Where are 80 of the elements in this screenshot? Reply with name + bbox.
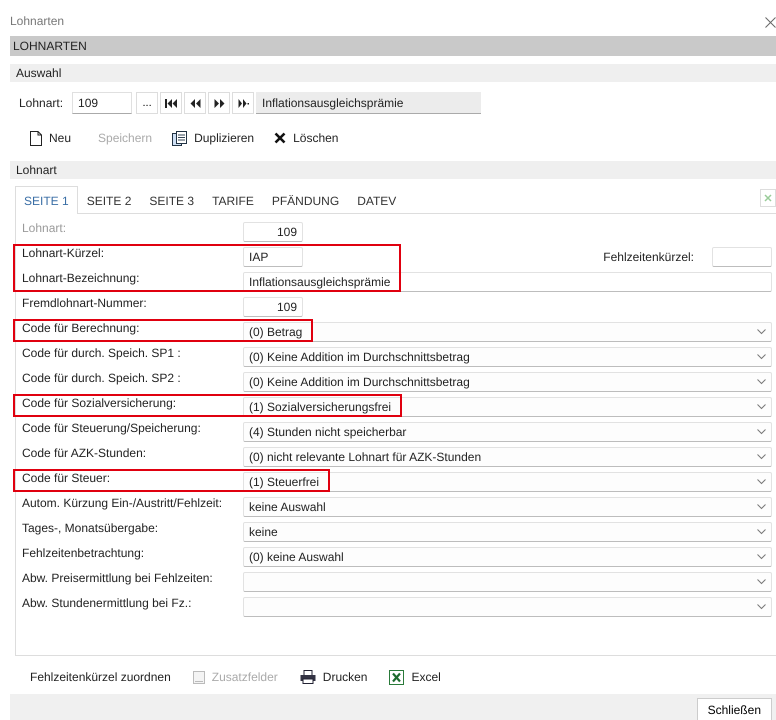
toolbar-button[interactable]: Excel (389, 670, 441, 684)
copy-icon (172, 130, 188, 146)
field-label: Code für Sozialversicherung: (21, 396, 178, 410)
section-header: Auswahl (10, 64, 776, 82)
toolbar-button[interactable]: Löschen (274, 131, 338, 145)
chevron-down-icon (757, 554, 766, 560)
printer-icon (300, 670, 316, 684)
field-label: Code für durch. Speich. SP1 : (21, 346, 182, 360)
chevron-down-icon (757, 504, 766, 510)
dropdown[interactable]: keine Auswahl (243, 496, 772, 516)
chevron-down-icon (757, 578, 766, 584)
field-label: Abw. Stundenermittlung bei Fz.: (21, 596, 192, 610)
nav-button[interactable] (232, 92, 254, 114)
toolbar-button[interactable]: Drucken (300, 670, 368, 684)
close-button[interactable]: Schließen (696, 698, 772, 720)
field-label: Code für AZK-Stunden: (21, 446, 148, 460)
chevron-down-icon (757, 528, 766, 534)
spreadsheet-icon (389, 670, 404, 684)
chevron-down-icon (757, 354, 766, 360)
field-label: Lohnart: (21, 220, 68, 234)
fast-forward-icon (214, 98, 225, 108)
dropdown[interactable]: (1) Sozialversicherungsfrei (243, 396, 772, 416)
tab[interactable]: SEITE 2 (78, 187, 140, 213)
dropdown[interactable]: (0) Keine Addition im Durchschnittsbetrag (243, 372, 772, 392)
tab[interactable]: TARIFE (203, 187, 263, 213)
field-label: Fremdlohnart-Nummer: (21, 296, 148, 310)
text-field[interactable]: Inflationsausgleichsprämie (243, 272, 772, 292)
toolbar-button[interactable]: Duplizieren (172, 130, 254, 146)
window-icon (192, 670, 205, 684)
chevron-down-icon (757, 478, 766, 484)
chevron-down-icon (757, 328, 766, 334)
dropdown[interactable]: (0) Keine Addition im Durchschnittsbetrag (243, 346, 772, 366)
number-field[interactable]: 109 (243, 296, 303, 316)
dropdown[interactable]: (4) Stunden nicht speicherbar (243, 422, 772, 442)
text-field[interactable]: IAP (243, 246, 303, 266)
close-icon (764, 194, 772, 202)
header-bar: LOHNARTEN (10, 36, 776, 56)
dropdown[interactable]: keine (243, 522, 772, 542)
close-icon (274, 132, 286, 144)
number-field[interactable]: 109 (72, 92, 132, 114)
dropdown[interactable]: (1) Steuerfrei (243, 472, 772, 492)
dropdown[interactable]: (0) nicht relevante Lohnart für AZK-Stunden (243, 446, 772, 466)
nav-button[interactable] (208, 92, 230, 114)
field-label: Fehlzeitenbetrachtung: (21, 546, 146, 560)
nav-button[interactable] (160, 92, 182, 114)
field-label: Lohnart-Kürzel: (21, 246, 106, 260)
field-label: Autom. Kürzung Ein-/Austritt/Fehlzeit: (21, 496, 224, 510)
field-label: Tages-, Monatsübergabe: (21, 520, 160, 534)
chevron-down-icon (757, 428, 766, 434)
field-label: Lohnart-Bezeichnung: (21, 270, 140, 284)
chevron-down-icon (757, 378, 766, 384)
field-label: Lohnart: (19, 96, 64, 110)
nav-button[interactable] (184, 92, 206, 114)
tab[interactable]: SEITE 1 (15, 186, 78, 214)
rewind-icon (190, 98, 201, 108)
chevron-down-icon (757, 404, 766, 410)
field-label: Code für Berechnung: (21, 320, 140, 334)
toolbar-button[interactable]: Neu (30, 130, 72, 146)
tab[interactable]: DATEV (348, 187, 406, 213)
name-field[interactable]: Inflationsausgleichsprämie (256, 92, 482, 114)
tab[interactable]: PFÄNDUNG (262, 187, 348, 213)
skip-last-icon (238, 98, 249, 108)
skip-first-icon (164, 98, 178, 108)
text-field[interactable] (712, 246, 772, 266)
field-label: Fehlzeitenkürzel: (603, 250, 694, 264)
chevron-down-icon (757, 604, 766, 610)
tab[interactable]: SEITE 3 (140, 187, 204, 213)
field-label: Code für durch. Speich. SP2 : (21, 370, 182, 384)
browse-button[interactable]: ... (136, 92, 158, 114)
window-title: Lohnarten (10, 14, 64, 28)
field-label: Abw. Preisermittlung bei Fehlzeiten: (21, 570, 214, 584)
section-header: Lohnart (10, 161, 776, 179)
document-icon (30, 130, 42, 146)
toolbar-button[interactable]: Fehlzeitenkürzel zuordnen (30, 670, 171, 684)
dropdown[interactable]: (0) Betrag (243, 322, 772, 342)
dropdown[interactable]: (0) keine Auswahl (243, 546, 772, 566)
chevron-down-icon (757, 454, 766, 460)
close-icon[interactable] (765, 17, 776, 28)
field-label: Code für Steuerung/Speicherung: (21, 420, 202, 434)
field-label: Code für Steuer: (21, 470, 112, 484)
